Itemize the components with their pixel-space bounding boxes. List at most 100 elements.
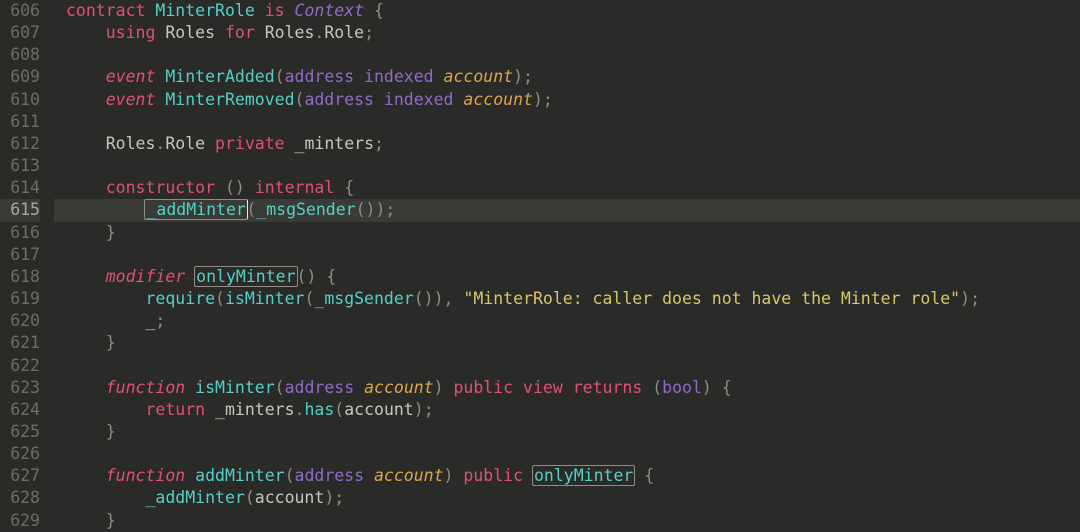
token-punc: ()) (356, 200, 386, 219)
token-kw: private (215, 134, 285, 153)
token-punc: ( (245, 488, 255, 507)
code-line[interactable]: } (54, 222, 1080, 244)
code-line[interactable]: } (54, 421, 1080, 443)
token-punc: ( (246, 200, 256, 219)
code-line[interactable]: using Roles for Roles.Role; (54, 22, 1080, 44)
token-kw: view (523, 378, 563, 397)
token-fn: _msgSender (314, 289, 413, 308)
token-kwi: function (106, 466, 185, 485)
token-punc: ) (434, 378, 444, 397)
token-punc: } (106, 223, 116, 242)
code-line[interactable]: _; (54, 310, 1080, 332)
line-number: 623 (0, 377, 40, 399)
line-number: 617 (0, 244, 40, 266)
token-id: Roles (106, 134, 156, 153)
token-type: address (285, 378, 355, 397)
line-number: 625 (0, 421, 40, 443)
token-punc: . (314, 23, 324, 42)
token-param: account (364, 378, 434, 397)
token-type: address (285, 67, 355, 86)
token-kw: public (463, 466, 523, 485)
code-line[interactable]: } (54, 510, 1080, 532)
token-punc: ( (215, 289, 225, 308)
token-punc: ( (275, 378, 285, 397)
line-number: 616 (0, 222, 40, 244)
token-kw: public (454, 378, 514, 397)
code-line[interactable]: contract MinterRole is Context { (54, 0, 1080, 22)
token-punc: ; (334, 488, 344, 507)
line-number: 621 (0, 332, 40, 354)
code-line[interactable]: event MinterRemoved(address indexed acco… (54, 89, 1080, 111)
token-punc: ; (970, 289, 980, 308)
token-param: account (444, 67, 514, 86)
token-punc: ) (513, 67, 523, 86)
code-line[interactable] (54, 155, 1080, 177)
token-id: Roles (265, 23, 315, 42)
line-number: 624 (0, 399, 40, 421)
token-id: _minters (295, 134, 374, 153)
token-type: address (295, 466, 365, 485)
token-punc: ; (523, 67, 533, 86)
code-line[interactable]: } (54, 332, 1080, 354)
token-punc: { (344, 178, 354, 197)
token-kwi: event (106, 67, 156, 86)
line-number: 608 (0, 44, 40, 66)
token-punc: () (297, 267, 317, 286)
token-fn: MinterRole (155, 1, 254, 20)
token-punc: { (722, 378, 732, 397)
token-fn: onlyMinter (194, 266, 297, 287)
token-punc: ) (702, 378, 712, 397)
token-type: indexed (364, 67, 434, 86)
token-type: bool (662, 378, 702, 397)
token-punc: ( (334, 400, 344, 419)
code-line[interactable] (54, 443, 1080, 465)
token-fn: onlyMinter (532, 465, 635, 486)
line-number: 627 (0, 465, 40, 487)
token-kwi: modifier (106, 267, 185, 286)
line-number: 611 (0, 111, 40, 133)
token-type: indexed (384, 90, 454, 109)
code-line[interactable]: return _minters.has(account); (54, 399, 1080, 421)
token-id: Role (165, 134, 205, 153)
code-line[interactable]: Roles.Role private _minters; (54, 133, 1080, 155)
code-line[interactable] (54, 244, 1080, 266)
token-id: _minters (215, 400, 294, 419)
code-area[interactable]: contract MinterRole is Context { using R… (54, 0, 1080, 532)
line-number-gutter: 6066076086096106116126136146156166176186… (0, 0, 54, 532)
token-punc: { (374, 1, 384, 20)
token-punc: , (444, 289, 454, 308)
code-line[interactable]: event MinterAdded(address indexed accoun… (54, 66, 1080, 88)
token-punc: ; (374, 134, 384, 153)
token-punc: ; (155, 311, 165, 330)
code-line[interactable] (54, 111, 1080, 133)
code-line[interactable] (54, 44, 1080, 66)
token-fn: _msgSender (256, 200, 355, 219)
line-number: 606 (0, 0, 40, 22)
line-number: 610 (0, 89, 40, 111)
token-fn: _addMinter (145, 488, 244, 507)
code-line[interactable]: require(isMinter(_msgSender()), "MinterR… (54, 288, 1080, 310)
code-line[interactable]: _addMinter(account); (54, 487, 1080, 509)
code-line[interactable]: function addMinter(address account) publ… (54, 465, 1080, 487)
token-punc: ( (652, 378, 662, 397)
line-number: 619 (0, 288, 40, 310)
line-number: 612 (0, 133, 40, 155)
code-line[interactable]: function isMinter(address account) publi… (54, 377, 1080, 399)
token-punc: . (155, 134, 165, 153)
token-kwi: event (106, 90, 156, 109)
token-punc: } (106, 422, 116, 441)
token-kw: is (265, 1, 285, 20)
token-punc: ) (414, 400, 424, 419)
token-punc: . (295, 400, 305, 419)
token-id: Roles (165, 23, 215, 42)
code-line[interactable]: modifier onlyMinter() { (54, 266, 1080, 288)
code-line[interactable]: constructor () internal { (54, 177, 1080, 199)
token-id: _ (145, 311, 155, 330)
line-number: 620 (0, 310, 40, 332)
code-line[interactable]: _addMinter(_msgSender()); (54, 199, 1080, 221)
line-number: 613 (0, 155, 40, 177)
code-line[interactable] (54, 355, 1080, 377)
token-punc: ; (385, 200, 395, 219)
token-fn: addMinter (195, 466, 284, 485)
code-editor[interactable]: 6066076086096106116126136146156166176186… (0, 0, 1080, 532)
